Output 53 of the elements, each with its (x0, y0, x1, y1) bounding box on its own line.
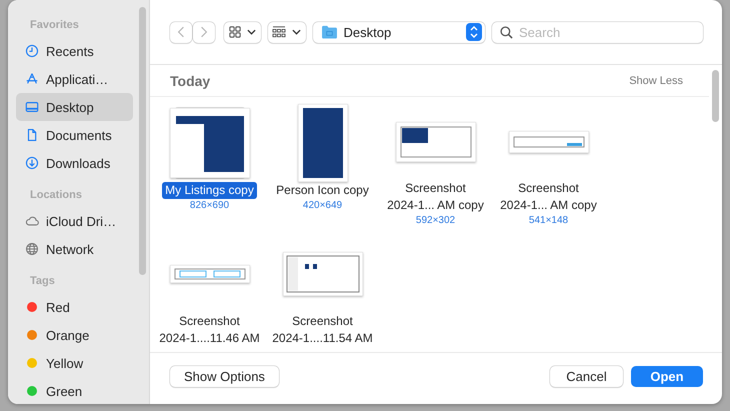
image-dimensions: 420×649 (302, 199, 342, 212)
sidebar-item[interactable]: Network (16, 235, 133, 263)
globe-icon (25, 242, 39, 256)
file-name: My Listings copy (162, 182, 257, 199)
clock-icon (25, 44, 39, 58)
section-heading: Today (170, 72, 210, 88)
download-icon (25, 156, 39, 170)
back-button[interactable] (170, 22, 192, 42)
caret-icon (247, 29, 256, 35)
file-name: Person Icon copy (275, 182, 370, 199)
sidebar-heading: Favorites (29, 18, 80, 33)
search-icon (500, 26, 513, 38)
sidebar-heading: Locations (29, 188, 83, 203)
show-options-button[interactable]: Show Options (170, 366, 279, 387)
sidebar-item[interactable]: Orange (16, 321, 133, 349)
image-dimensions: 592×302 (416, 214, 456, 227)
folder-icon (320, 25, 338, 39)
show-less-link[interactable]: Show Less (629, 74, 683, 86)
sidebar-item[interactable]: Downloads (16, 149, 133, 177)
sidebar-item[interactable]: iCloud Dri… (16, 207, 133, 235)
sidebar-item[interactable]: Recents (16, 37, 133, 65)
cloud-icon (25, 214, 39, 228)
file-name: Screenshot 2024-1... AM copy (386, 180, 485, 214)
group-grid-icon (272, 26, 286, 38)
image-dimensions: 826×690 (190, 199, 230, 212)
apps-icon (25, 72, 39, 86)
icon-view-button[interactable] (224, 22, 262, 42)
open-button[interactable]: Open (631, 366, 703, 387)
document-icon (25, 128, 39, 142)
sidebar-item[interactable]: Green (16, 377, 133, 404)
sidebar-item[interactable]: Desktop (16, 93, 133, 121)
chevron-left-icon (177, 26, 185, 38)
forward-button[interactable] (193, 22, 215, 42)
group-button[interactable] (268, 22, 306, 42)
file-name: Screenshot 2024-1....11.54 AM (271, 313, 374, 347)
sidebar-item[interactable]: Yellow (16, 349, 133, 377)
sidebar-item[interactable]: Applicati… (16, 65, 133, 93)
grid-icon (229, 26, 242, 38)
search-field[interactable]: Search (492, 22, 703, 42)
sidebar-heading: Tags (29, 274, 56, 289)
location-popup[interactable]: Desktop (312, 22, 485, 42)
scrollbar[interactable] (712, 70, 719, 122)
sidebar-item[interactable]: Documents (16, 121, 133, 149)
sidebar-item[interactable]: Red (16, 293, 133, 321)
desktop-icon (25, 100, 39, 114)
file-name: Screenshot 2024-1... AM copy (499, 180, 598, 214)
chevron-right-icon (200, 26, 208, 38)
file-name: Screenshot 2024-1....11.46 AM (158, 313, 261, 347)
cancel-button[interactable]: Cancel (550, 366, 623, 387)
stepper-icon (466, 23, 482, 41)
image-dimensions: 541×148 (528, 214, 568, 227)
scrollbar[interactable] (139, 7, 146, 275)
caret-icon (292, 29, 302, 35)
